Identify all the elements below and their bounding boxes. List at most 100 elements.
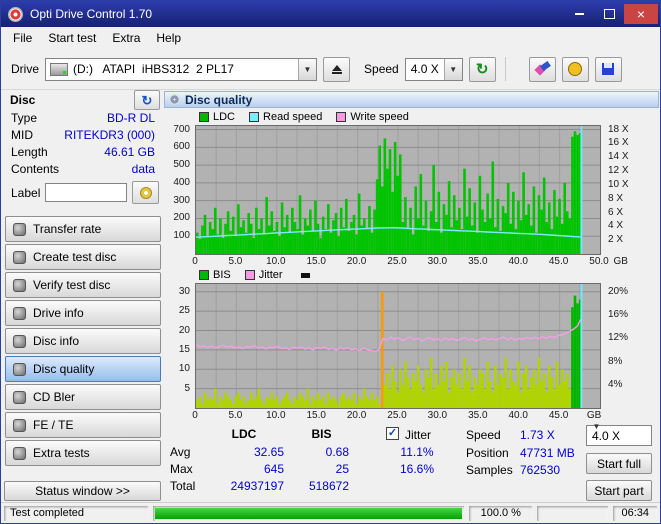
info-label: Length bbox=[11, 145, 48, 159]
menu-help[interactable]: Help bbox=[148, 28, 189, 48]
info-label: MID bbox=[11, 128, 33, 142]
max-ldc-value: 645 bbox=[263, 462, 284, 476]
sidebar-item-disc-info[interactable]: Disc info bbox=[5, 328, 161, 354]
drive-label: Drive bbox=[11, 62, 40, 76]
legend-marker bbox=[300, 272, 310, 278]
ldc-plot bbox=[195, 125, 601, 255]
x-axis: 0 5.0 10.0 15.0 20.0 25.0 30.0 35.0 40.0 45.0 GB bbox=[192, 410, 602, 421]
erase-disc-button[interactable] bbox=[528, 56, 556, 82]
speed-stat-label: Speed bbox=[466, 428, 501, 442]
samples-stat-value: 762530 bbox=[520, 463, 561, 477]
refresh-icon: ↻ bbox=[141, 92, 153, 108]
menu-bar: File Start test Extra Help bbox=[1, 27, 660, 49]
eject-button[interactable] bbox=[323, 56, 351, 82]
transfer-rate-icon bbox=[13, 223, 26, 236]
speed-select-value: 4.0 X bbox=[410, 62, 439, 76]
panel-title: Disc quality bbox=[185, 92, 253, 107]
close-icon: × bbox=[636, 6, 646, 22]
preferences-button[interactable] bbox=[561, 56, 589, 82]
chevron-down-icon: ▼ bbox=[449, 64, 458, 74]
info-value: BD-R DL bbox=[106, 111, 155, 125]
fe-te-icon bbox=[13, 419, 26, 432]
check-icon: ✓ bbox=[387, 427, 398, 439]
sidebar-item-cd-bler[interactable]: CD Bler bbox=[5, 384, 161, 410]
disc-info-row-mid: MID RITEKDR3 (000) bbox=[3, 126, 163, 143]
verify-test-disc-icon bbox=[13, 279, 26, 292]
label-input[interactable] bbox=[45, 183, 128, 202]
status-message: Test completed bbox=[4, 506, 148, 521]
speed-select-arrow[interactable]: ▼ bbox=[443, 58, 462, 80]
menu-file[interactable]: File bbox=[5, 28, 40, 48]
avg-row-label: Avg bbox=[170, 445, 191, 459]
results-panel: LDC BIS Avg 32.65 0.68 Max 645 25 Total … bbox=[164, 422, 660, 503]
info-value: data bbox=[131, 162, 155, 176]
maximize-button[interactable] bbox=[594, 4, 624, 24]
status-window-button[interactable]: Status window >> bbox=[4, 481, 161, 501]
create-test-disc-icon bbox=[13, 251, 26, 264]
sidebar-item-extra-tests[interactable]: Extra tests bbox=[5, 440, 161, 466]
sidebar-item-create-test-disc[interactable]: Create test disc bbox=[5, 244, 161, 270]
sidebar-item-fe-te[interactable]: FE / TE bbox=[5, 412, 161, 438]
drive-select[interactable]: (D:) ATAPI iHBS312 2 PL17 ▼ bbox=[45, 57, 318, 81]
test-buttons: Transfer rate Create test disc Verify te… bbox=[3, 216, 163, 466]
disc-quality-icon bbox=[13, 363, 26, 376]
disc-header-label: Disc bbox=[10, 93, 36, 107]
menu-extra[interactable]: Extra bbox=[104, 28, 148, 48]
refresh-speeds-button[interactable]: ↻ bbox=[468, 56, 496, 82]
total-ldc-value: 24937197 bbox=[230, 479, 284, 493]
disc-section-header: Disc ↻ bbox=[3, 90, 163, 110]
legend-top: LDC Read speed Write speed bbox=[199, 111, 409, 123]
drive-select-arrow[interactable]: ▼ bbox=[298, 58, 317, 80]
disc-label-icon bbox=[139, 186, 152, 199]
disc-info-row-length: Length 46.61 GB bbox=[3, 143, 163, 160]
eject-icon bbox=[331, 64, 342, 71]
sidebar-item-verify-test-disc[interactable]: Verify test disc bbox=[5, 272, 161, 298]
start-full-button[interactable]: Start full bbox=[586, 453, 652, 474]
y-axis-right: 18 X 16 X 14 X 12 X 10 X8 X6 X4 X2 X bbox=[608, 123, 629, 246]
save-report-button[interactable] bbox=[594, 56, 622, 82]
y-axis-right: 20% 16% 12% 8% 4% bbox=[608, 285, 629, 390]
scan-speed-select[interactable]: 4.0 X ▼ bbox=[586, 422, 652, 446]
menu-start-test[interactable]: Start test bbox=[40, 28, 104, 48]
window-title: Opti Drive Control 1.70 bbox=[30, 7, 153, 21]
position-stat-value: 47731 MB bbox=[520, 446, 575, 460]
app-window: Opti Drive Control 1.70 × File Start tes… bbox=[0, 0, 661, 524]
ldc-column-header: LDC bbox=[231, 427, 257, 441]
jitter-legend-swatch bbox=[244, 270, 255, 280]
x-axis: 0 5.0 10.0 15.0 20.0 25.0 30.0 35.0 40.0 45.0 50.0… bbox=[192, 256, 628, 267]
label-field-label: Label bbox=[11, 185, 41, 200]
progress-fill bbox=[154, 507, 463, 519]
progress-percent: 100.0 % bbox=[469, 506, 532, 521]
total-row-label: Total bbox=[170, 479, 196, 493]
speed-select[interactable]: 4.0 X ▼ bbox=[404, 57, 463, 81]
avg-bis-value: 0.68 bbox=[325, 445, 349, 459]
sidebar-item-disc-quality[interactable]: Disc quality bbox=[5, 356, 161, 382]
total-bis-value: 518672 bbox=[308, 479, 349, 493]
drive-icon bbox=[50, 62, 69, 76]
samples-stat-label: Samples bbox=[466, 463, 513, 477]
rescan-disc-button[interactable]: ↻ bbox=[134, 90, 160, 110]
refresh-icon: ↻ bbox=[475, 60, 489, 78]
preferences-icon bbox=[568, 62, 583, 76]
write-label-button[interactable] bbox=[132, 181, 159, 204]
extra-tests-icon bbox=[13, 447, 26, 460]
speed-label: Speed bbox=[364, 62, 399, 76]
minimize-button[interactable] bbox=[564, 4, 594, 24]
y-axis-left: 700 600 500 400 300 200 100 bbox=[173, 123, 190, 242]
sidebar-item-drive-info[interactable]: Drive info bbox=[5, 300, 161, 326]
ldc-chart: 700 600 500 400 300 200 100 18 X 16 X 14 X 12 X 10… bbox=[164, 123, 660, 267]
disc-quality-header-icon bbox=[169, 94, 180, 105]
panel-header: Disc quality bbox=[164, 91, 659, 108]
start-part-button[interactable]: Start part bbox=[586, 480, 652, 501]
erase-disc-icon bbox=[534, 60, 551, 77]
speed-stat-value: 1.73 X bbox=[520, 428, 555, 442]
close-button[interactable]: × bbox=[624, 4, 658, 24]
jitter-checkbox[interactable]: ✓ bbox=[386, 427, 399, 440]
toolbar-separator bbox=[504, 57, 506, 81]
drive-select-value: (D:) ATAPI iHBS312 2 PL17 bbox=[73, 62, 234, 76]
info-value: RITEKDR3 (000) bbox=[64, 128, 155, 142]
bis-plot bbox=[195, 283, 601, 409]
title-bar: Opti Drive Control 1.70 × bbox=[1, 1, 660, 27]
max-jitter-value: 16.6% bbox=[399, 462, 435, 476]
sidebar-item-transfer-rate[interactable]: Transfer rate bbox=[5, 216, 161, 242]
